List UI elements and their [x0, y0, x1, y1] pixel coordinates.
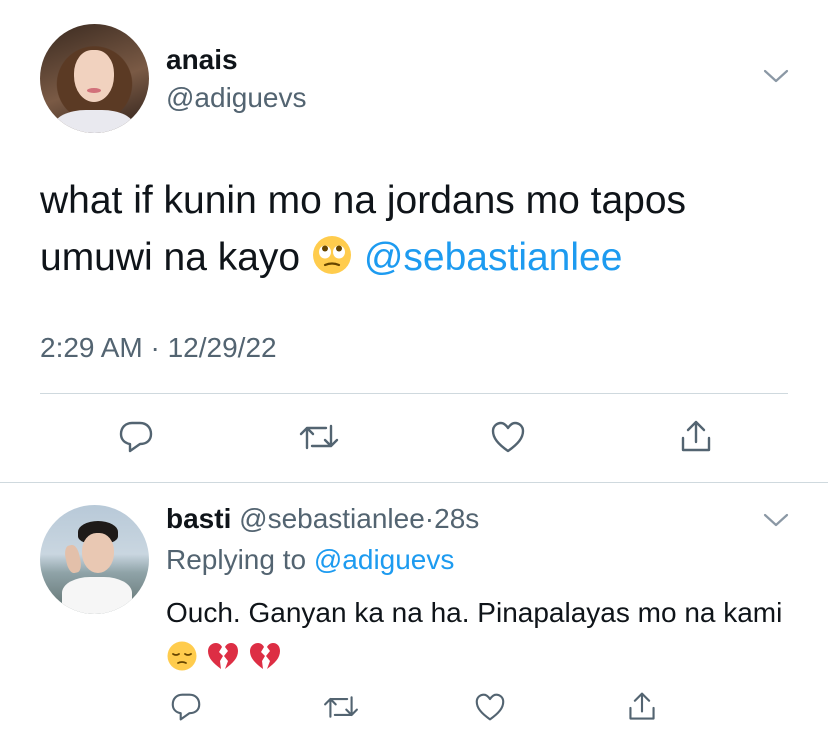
tweet-text: what if kunin mo na jordans mo tapos umu…	[40, 172, 800, 292]
reply-icon[interactable]	[170, 692, 202, 722]
reply-body: Ouch. Ganyan ka na ha. Pinapalayas mo na…	[166, 597, 783, 628]
time-ago[interactable]: 28s	[434, 503, 479, 534]
replying-to: Replying to @adiguevs	[166, 544, 454, 576]
timestamp[interactable]: 2:29 AM · 12/29/22	[40, 332, 277, 364]
retweet-icon[interactable]	[322, 692, 360, 722]
main-tweet: anais @adiguevs what if kunin mo na jord…	[0, 0, 828, 482]
avatar[interactable]	[40, 24, 149, 133]
reply-tweet: basti @sebastianlee·28s Replying to @adi…	[0, 483, 828, 746]
replying-to-handle[interactable]: @adiguevs	[314, 544, 455, 575]
action-bar	[0, 686, 828, 730]
mention-link[interactable]: @sebastianlee	[364, 236, 623, 279]
display-name[interactable]: anais	[166, 44, 238, 76]
separator: ·	[424, 503, 435, 534]
rolling-eyes-emoji	[311, 234, 353, 292]
reply-text: Ouch. Ganyan ka na ha. Pinapalayas mo na…	[166, 591, 806, 685]
divider	[40, 393, 788, 394]
broken-heart-emoji	[206, 640, 240, 685]
like-icon[interactable]	[474, 692, 506, 722]
share-icon[interactable]	[678, 418, 714, 456]
broken-heart-emoji	[248, 640, 282, 685]
pensive-face-emoji	[166, 640, 198, 685]
action-bar	[0, 412, 828, 462]
replying-to-label: Replying to	[166, 544, 307, 575]
display-name[interactable]: basti	[166, 503, 231, 534]
chevron-down-icon[interactable]	[762, 66, 790, 86]
user-handle[interactable]: @adiguevs	[166, 82, 307, 114]
reply-header: basti @sebastianlee·28s	[166, 503, 479, 535]
like-icon[interactable]	[490, 420, 526, 454]
reply-icon[interactable]	[118, 420, 154, 454]
avatar[interactable]	[40, 505, 149, 614]
share-icon[interactable]	[626, 690, 658, 724]
user-handle[interactable]: @sebastianlee	[239, 503, 425, 534]
chevron-down-icon[interactable]	[762, 510, 790, 530]
retweet-icon[interactable]	[298, 420, 340, 454]
